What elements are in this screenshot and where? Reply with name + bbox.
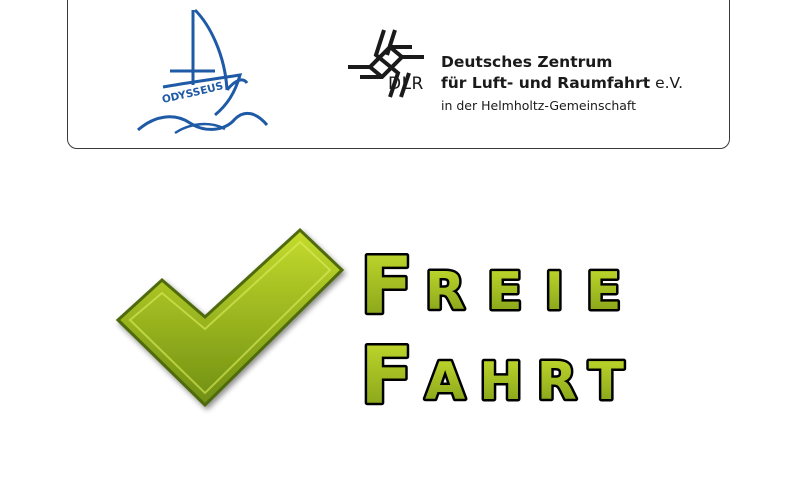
dlr-name: Deutsches Zentrum für Luft- und Raumfahr…: [441, 52, 683, 118]
banner-line1-rest: REIE: [425, 262, 643, 322]
dlr-name-line3: in der Helmholtz-Gemeinschaft: [441, 98, 637, 113]
dlr-abbreviation: DLR: [388, 74, 424, 94]
banner-line1-initial: F: [360, 242, 413, 332]
dlr-name-line1: Deutsches Zentrum: [441, 53, 613, 71]
banner-line2-initial: F: [360, 332, 413, 415]
banner-line2-rest: AHRT: [425, 352, 638, 412]
checkmark-icon: [115, 227, 345, 408]
freie-fahrt-banner: F REIE F AHRT: [358, 240, 643, 416]
dlr-name-line2: für Luft- und Raumfahrt e.V.: [441, 73, 683, 94]
odysseus-logo-text: ODYSSEUS: [161, 80, 225, 106]
screen: ODYSSEUS DLR Deutsches Zentrum für Luft-…: [0, 0, 800, 480]
dlr-name-line2-main: für Luft- und Raumfahrt: [441, 74, 651, 92]
dlr-name-suffix: e.V.: [650, 74, 684, 92]
svg-text:ODYSSEUS: ODYSSEUS: [161, 80, 225, 106]
